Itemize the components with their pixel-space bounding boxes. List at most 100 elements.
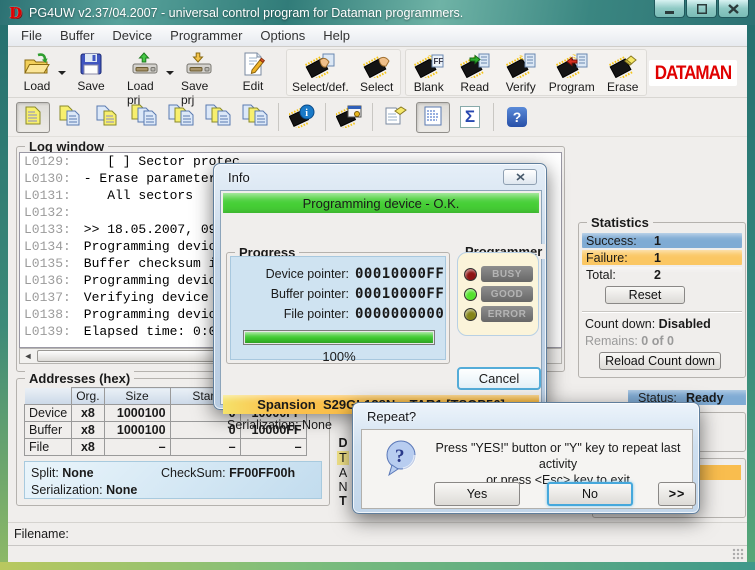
main-toolbar: Load Save Load prj Save prj Edit [8,47,747,98]
buffer-view-2-button[interactable] [53,102,87,133]
program-label: Program [549,80,595,94]
maximize-button[interactable] [686,0,717,18]
edit-button[interactable]: Edit [230,49,276,94]
buffer-stack-2-button[interactable] [164,102,198,133]
read-button[interactable]: Read [452,50,498,95]
close-icon [516,173,525,181]
drive-up-arrow-icon [130,50,160,78]
reload-countdown-button[interactable]: Reload Count down [599,352,721,370]
buffer-pointer-row: Buffer pointer:00010000FF [231,284,445,303]
chip-hand-icon [304,51,336,79]
chip-verify-icon [506,51,536,79]
hidden-panel-letter: T [337,494,349,508]
load-project-dropdown-arrow[interactable] [166,71,174,79]
dataman-logo: DATAMAN [649,60,737,86]
resize-grip[interactable] [732,548,744,560]
error-led-icon [464,308,477,321]
menu-device[interactable]: Device [103,26,161,45]
device-pointer-value: 00010000FF [355,266,444,282]
remains-row: Remains: 0 of 0 [585,334,674,348]
cancel-button[interactable]: Cancel [457,367,541,390]
question-bubble-icon: ? [382,439,420,482]
hidden-panel-letter: T [337,451,349,465]
erase-label: Erase [607,80,638,94]
erase-buffer-button[interactable] [379,102,413,133]
statistics-panel: Statistics Success:1 Failure:1 Total:2 R… [578,222,746,378]
device-info-button[interactable]: i [285,102,319,133]
buffer-pointer-value: 00010000FF [355,286,444,302]
menu-help[interactable]: Help [314,26,359,45]
select-group: Select/def. Select [286,49,401,96]
menu-options[interactable]: Options [251,26,314,45]
reset-button[interactable]: Reset [605,286,685,304]
verify-button[interactable]: Verify [498,50,544,95]
buffer-view-3-button[interactable] [90,102,124,133]
sigma-icon: Σ [460,106,480,128]
chip-settings-icon [336,104,362,131]
menu-file[interactable]: File [12,26,51,45]
view-log-button[interactable] [416,102,450,133]
progress-bar [243,330,435,345]
open-folder-icon [23,50,51,78]
select-default-button[interactable]: Select/def. [287,50,354,95]
document-stack-icon [168,104,194,130]
divider [582,311,742,312]
info-dialog: Info Programming device - O.K. Progress … [213,163,547,410]
menu-buffer[interactable]: Buffer [51,26,103,45]
yes-button[interactable]: Yes [434,482,520,506]
load-button[interactable]: Load [14,49,60,94]
no-button[interactable]: No [547,482,633,506]
erase-button[interactable]: Erase [600,50,646,95]
close-button[interactable] [718,0,749,18]
minimize-button[interactable] [654,0,685,18]
select-button[interactable]: Select [354,50,400,95]
info-dialog-title: Info [228,170,250,185]
device-settings-button[interactable] [332,102,366,133]
help-button[interactable]: ? [500,102,534,133]
buffer-stack-3-button[interactable] [201,102,235,133]
secondary-toolbar: i Σ ? [8,98,747,137]
success-value: 1 [654,234,661,248]
busy-led-row: BUSY [464,266,538,282]
document-stack-icon [242,104,268,130]
program-button[interactable]: Program [544,50,600,95]
save-button[interactable]: Save [68,49,114,94]
toolbar-separator [325,103,326,131]
total-row: Total:2 [582,267,742,282]
blank-check-button[interactable]: FF Blank [406,50,452,95]
repeat-dialog-title: Repeat? [367,409,416,424]
svg-text:?: ? [395,446,405,467]
view-buffer-button[interactable] [16,102,50,133]
toolbar-separator [493,103,494,131]
filename-label: Filename: [14,527,69,541]
checksum-button[interactable]: Σ [453,102,487,133]
progress-bar-fill [245,332,433,343]
chip-info-icon: i [289,104,315,131]
chip-program-icon [556,51,588,79]
load-dropdown-arrow[interactable] [58,71,66,79]
file-pointer-value: 0000000000 [355,306,444,322]
good-led-label: GOOD [481,286,533,302]
info-close-button[interactable] [503,169,537,185]
status-bar [8,546,747,562]
buffer-stack-1-button[interactable] [127,102,161,133]
window-border-right [747,25,755,570]
menu-bar: File Buffer Device Programmer Options He… [8,25,747,47]
window-title: PG4UW v2.37/04.2007 - universal control … [29,6,463,20]
list-page-icon [424,106,442,129]
device-actions-group: FF Blank Read Verify Program [405,49,647,96]
select-default-label: Select/def. [292,80,349,94]
repeat-dialog: Repeat? ? Press "YES!" button or "Y" key… [352,402,700,514]
window-border-bottom [0,562,755,570]
menu-programmer[interactable]: Programmer [161,26,251,45]
serialization-value: None [106,483,137,497]
remains-value: 0 of 0 [641,334,674,348]
progress-percent: 100% [231,349,447,364]
scroll-left-arrow-icon[interactable]: ◄ [20,349,36,363]
repeat-message: Press "YES!" button or "Y" key to repeat… [430,440,686,488]
repeat-dialog-body: ? Press "YES!" button or "Y" key to repe… [361,429,693,509]
toolbar-separator [372,103,373,131]
more-options-button[interactable]: >> [658,482,696,506]
document-stack-icon [205,104,231,130]
buffer-stack-4-button[interactable] [238,102,272,133]
